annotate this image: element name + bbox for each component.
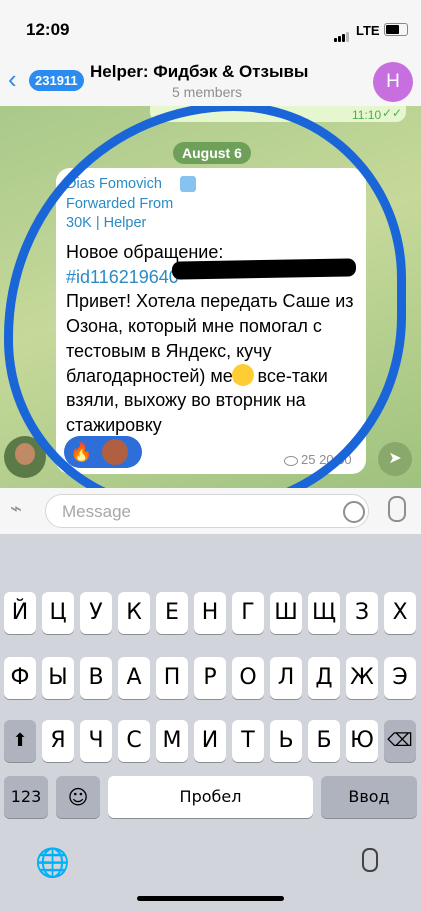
- emoji-key[interactable]: ☺: [56, 776, 100, 818]
- key[interactable]: Т: [232, 720, 264, 762]
- member-count: 5 members: [172, 84, 243, 100]
- key[interactable]: Ч: [80, 720, 112, 762]
- key[interactable]: Щ: [308, 592, 340, 634]
- key[interactable]: Ж: [346, 657, 378, 699]
- microphone-icon[interactable]: [388, 496, 406, 522]
- previous-message-time: 11:10: [352, 108, 382, 122]
- keyboard: Й Ц У К Е Н Г Ш Щ З Х Ф Ы В А П Р О Л Д …: [0, 534, 421, 911]
- key[interactable]: Э: [384, 657, 416, 699]
- key[interactable]: П: [156, 657, 188, 699]
- key[interactable]: О: [232, 657, 264, 699]
- blue-circle-annotation: [4, 106, 406, 488]
- battery-icon: [384, 23, 408, 36]
- space-key[interactable]: Пробел: [108, 776, 313, 818]
- key[interactable]: У: [80, 592, 112, 634]
- shift-key[interactable]: ⬆: [4, 720, 36, 762]
- chat-area[interactable]: 11:10 ✓✓ August 6 Dias Fomovich Forwarde…: [0, 106, 421, 488]
- key[interactable]: Н: [194, 592, 226, 634]
- key[interactable]: Г: [232, 592, 264, 634]
- back-chevron-icon[interactable]: ‹: [8, 64, 17, 95]
- key[interactable]: Ш: [270, 592, 302, 634]
- key[interactable]: Л: [270, 657, 302, 699]
- status-bar: 12:09 LTE: [0, 0, 421, 58]
- key[interactable]: А: [118, 657, 150, 699]
- key[interactable]: З: [346, 592, 378, 634]
- key[interactable]: Б: [308, 720, 340, 762]
- key[interactable]: В: [80, 657, 112, 699]
- key[interactable]: Я: [42, 720, 74, 762]
- signal-icon: [334, 24, 350, 42]
- key[interactable]: Ь: [270, 720, 302, 762]
- status-time: 12:09: [26, 20, 70, 39]
- key[interactable]: Ц: [42, 592, 74, 634]
- backspace-key[interactable]: ⌫: [384, 720, 416, 762]
- key[interactable]: Ф: [4, 657, 36, 699]
- attach-icon[interactable]: ⌁: [10, 496, 34, 520]
- chat-title[interactable]: Helper: Фидбэк & Отзывы: [90, 62, 308, 82]
- message-input[interactable]: Message: [45, 494, 369, 528]
- key[interactable]: Д: [308, 657, 340, 699]
- enter-key[interactable]: Ввод: [321, 776, 417, 818]
- numbers-key[interactable]: 123: [4, 776, 48, 818]
- dictation-microphone-icon[interactable]: [362, 848, 378, 872]
- key[interactable]: Х: [384, 592, 416, 634]
- key[interactable]: Е: [156, 592, 188, 634]
- key[interactable]: К: [118, 592, 150, 634]
- input-bar: ⌁ Message: [0, 488, 421, 534]
- key[interactable]: С: [118, 720, 150, 762]
- network-label: LTE: [356, 23, 380, 38]
- key[interactable]: Й: [4, 592, 36, 634]
- home-indicator: [137, 896, 284, 901]
- key[interactable]: М: [156, 720, 188, 762]
- message-placeholder: Message: [62, 502, 131, 521]
- globe-icon[interactable]: 🌐: [35, 846, 70, 879]
- group-avatar[interactable]: H: [373, 62, 413, 102]
- key[interactable]: Р: [194, 657, 226, 699]
- back-unread-badge[interactable]: 231911: [29, 70, 84, 91]
- key[interactable]: И: [194, 720, 226, 762]
- read-check-icon: ✓✓: [382, 106, 403, 120]
- chat-header: ‹ 231911 Helper: Фидбэк & Отзывы 5 membe…: [0, 58, 421, 107]
- sticker-icon[interactable]: [343, 501, 365, 523]
- key[interactable]: Ю: [346, 720, 378, 762]
- share-icon[interactable]: ➤: [378, 442, 412, 476]
- key[interactable]: Ы: [42, 657, 74, 699]
